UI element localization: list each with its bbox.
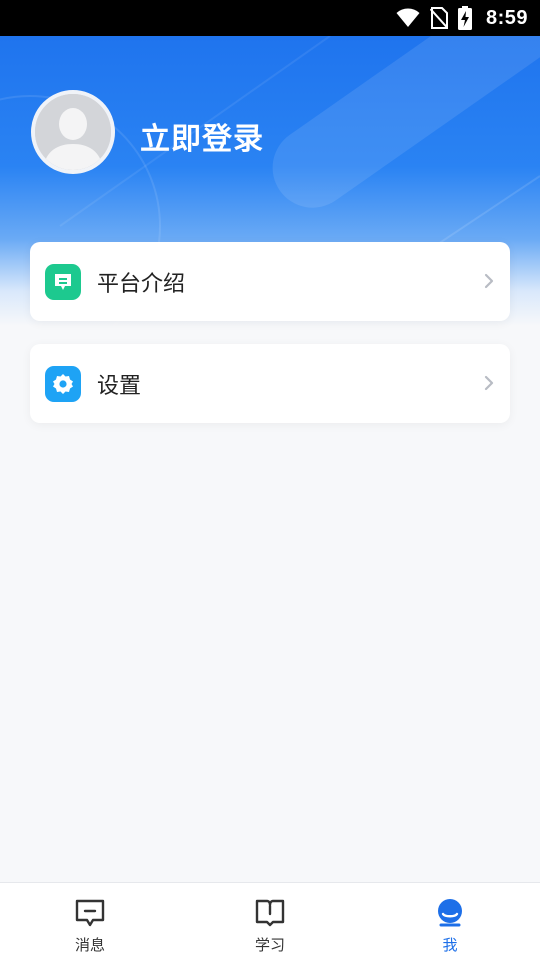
menu-item-settings[interactable]: 设置	[30, 344, 510, 423]
tab-label: 消息	[74, 936, 105, 954]
login-button[interactable]: 立即登录	[140, 114, 264, 158]
tab-study[interactable]: 学习	[180, 883, 360, 960]
default-avatar-icon	[35, 94, 111, 170]
menu-item-platform-intro[interactable]: 平台介绍	[30, 242, 510, 321]
settings-gear-icon	[45, 365, 81, 402]
status-time: 8:59	[485, 6, 528, 29]
chevron-right-icon	[484, 375, 494, 391]
tab-messages[interactable]: 消息	[0, 883, 180, 960]
user-icon	[438, 899, 462, 927]
menu-item-label: 平台介绍	[97, 271, 186, 297]
wifi-icon	[396, 8, 420, 28]
tab-label: 学习	[254, 936, 285, 954]
tab-me[interactable]: 我	[360, 883, 540, 960]
menu-item-label: 设置	[97, 373, 142, 399]
status-bar: 8:59	[0, 0, 540, 36]
tab-label: 我	[442, 936, 458, 954]
platform-intro-icon	[45, 263, 81, 300]
avatar[interactable]	[31, 90, 115, 174]
bottom-tab-bar: 消息 学习 我	[0, 882, 540, 960]
message-icon	[75, 899, 105, 927]
chevron-right-icon	[484, 273, 494, 289]
book-icon	[255, 899, 285, 927]
battery-charging-icon	[457, 6, 472, 30]
no-sim-icon	[429, 7, 448, 29]
